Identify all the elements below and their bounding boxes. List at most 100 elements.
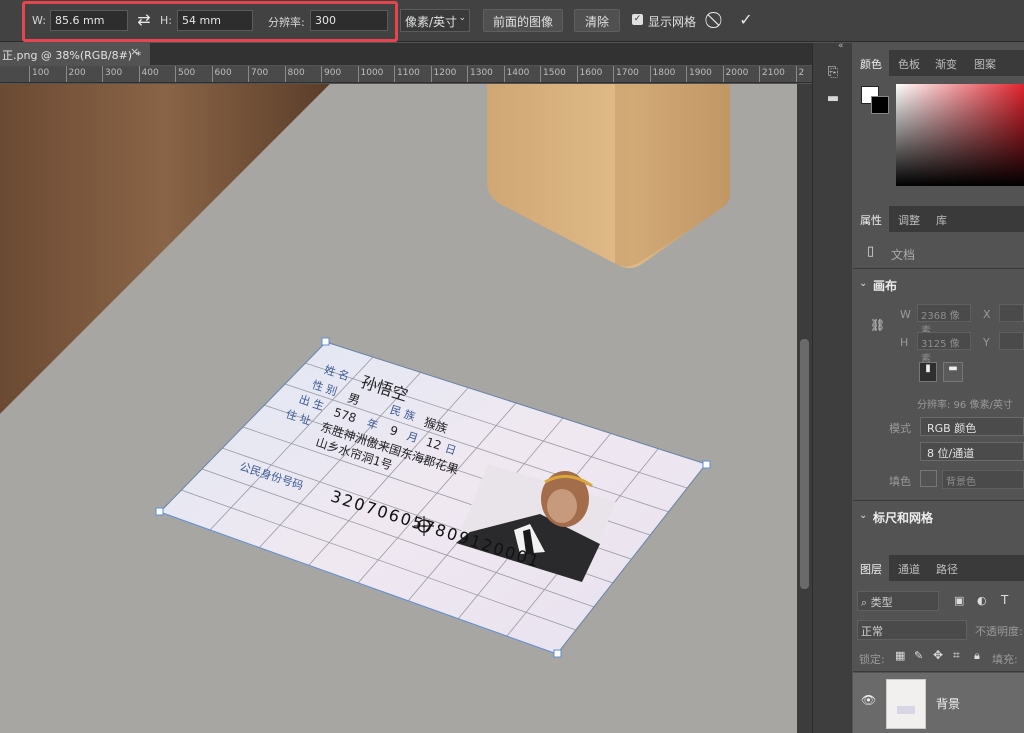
layer-name: 背景: [936, 697, 961, 711]
color-field[interactable]: [896, 84, 1024, 186]
scrollbar-thumb[interactable]: [800, 339, 809, 589]
ruler-tick: 600: [211, 66, 232, 82]
collapse-icon[interactable]: «: [838, 41, 844, 51]
clear-button[interactable]: 清除: [574, 9, 620, 32]
move-icon[interactable]: ✥: [933, 648, 943, 662]
horizontal-ruler: 100 200 300 400 500 600 700 800 900 1000 1100 1200 1…: [0, 66, 812, 83]
ruler-tick: 1200: [430, 66, 456, 82]
canvas-area[interactable]: 姓 名 孙悟空 性 别 男 民 族 猴族 出 生 578 年 9 月 12 日 …: [0, 84, 797, 733]
ruler-tick: 300: [102, 66, 122, 82]
ruler-tick: 2100: [759, 66, 785, 82]
rulers-grid-section-title: 标尺和网格: [873, 511, 934, 525]
swap-icon[interactable]: ⇄: [134, 10, 154, 30]
right-panels: 颜色 色板 渐变 图案 属性 调整 库 ▯ 文档 ⌄ 画布 ⛓ W 2368 像…: [853, 43, 1024, 733]
width-input[interactable]: 85.6 mm: [50, 10, 128, 31]
ruler-tick: 800: [284, 66, 305, 82]
ruler-tick: 1400: [503, 66, 529, 82]
show-grid-checkbox[interactable]: ✓: [632, 14, 643, 25]
fill-opacity-label: 填充:: [992, 653, 1018, 666]
lock-pixels-icon[interactable]: ▦: [895, 649, 905, 662]
options-bar: W: 85.6 mm ⇄ H: 54 mm 分辨率: 300 像素/英寸 ⌄ 前…: [0, 0, 1024, 42]
ruler-tick: 1800: [649, 66, 675, 82]
canvas-w-label: W: [900, 308, 911, 321]
ruler-tick: 400: [138, 66, 159, 82]
layers-panel-tabs: 图层 通道 路径: [853, 555, 1024, 581]
canvas-x-label: X: [983, 308, 991, 321]
chevron-down-icon[interactable]: ⌄: [859, 510, 867, 521]
height-label: H:: [160, 14, 172, 27]
canvas-h-label: H: [900, 336, 909, 349]
ruler-tick: 1000: [357, 66, 383, 82]
bit-depth-select[interactable]: 8 位/通道: [920, 442, 1024, 461]
cancel-icon[interactable]: ⃠: [707, 10, 727, 30]
color-panel: [853, 76, 1024, 203]
image-filter-icon[interactable]: ▣: [954, 594, 964, 607]
color-panel-tabs: 颜色 色板 渐变 图案: [853, 50, 1024, 76]
unit-select[interactable]: 像素/英寸 ⌄: [400, 9, 470, 32]
tab-swatches[interactable]: 色板: [898, 56, 920, 72]
fill-select[interactable]: 背景色: [942, 470, 1024, 489]
lock-label: 锁定:: [859, 653, 885, 666]
layer-filter-select[interactable]: ⌕ 类型: [857, 591, 939, 611]
photoshop-window: W: 85.6 mm ⇄ H: 54 mm 分辨率: 300 像素/英寸 ⌄ 前…: [0, 0, 1024, 733]
blend-mode-select[interactable]: 正常: [857, 620, 967, 640]
artboard-icon[interactable]: ⌗: [953, 648, 960, 663]
ruler-tick: 2: [795, 66, 804, 82]
comment-icon[interactable]: ▬: [825, 91, 841, 107]
lock-icon[interactable]: 🔒︎: [974, 649, 980, 663]
tab-layers[interactable]: 图层: [860, 561, 882, 577]
tab-patterns[interactable]: 图案: [974, 56, 996, 72]
ruler-tick: 700: [248, 66, 268, 82]
history-icon[interactable]: ⎘: [825, 65, 841, 81]
canvas-section-title: 画布: [873, 279, 898, 293]
front-image-button[interactable]: 前面的图像: [483, 9, 563, 32]
tab-libraries[interactable]: 库: [936, 212, 947, 228]
background-color-swatch[interactable]: [871, 96, 889, 114]
canvas-height-field[interactable]: 3125 像素: [917, 332, 971, 365]
eye-icon[interactable]: 👁︎: [861, 693, 876, 707]
canvas-image: 姓 名 孙悟空 性 别 男 民 族 猴族 出 生 578 年 9 月 12 日 …: [0, 84, 797, 733]
canvas-x-field[interactable]: [999, 304, 1024, 322]
opacity-label: 不透明度:: [975, 625, 1023, 638]
tab-color[interactable]: 颜色: [860, 56, 882, 72]
fill-color-swatch[interactable]: [920, 470, 937, 487]
vertical-scrollbar[interactable]: [797, 84, 812, 733]
document-tab-title: 正.png @ 38%(RGB/8#) *: [2, 49, 142, 62]
layer-row-background[interactable]: 👁︎ 背景: [853, 673, 1024, 733]
tab-paths[interactable]: 路径: [936, 561, 958, 577]
resolution-label: 分辨率:: [268, 16, 305, 29]
ruler-tick: 1600: [576, 66, 602, 82]
adjustment-filter-icon[interactable]: ◐: [977, 594, 987, 607]
commit-check-icon[interactable]: ✓: [736, 10, 756, 30]
tab-properties[interactable]: 属性: [860, 212, 882, 228]
properties-panel-tabs: 属性 调整 库: [853, 206, 1024, 232]
close-icon[interactable]: ×: [130, 45, 139, 58]
type-filter-icon[interactable]: T: [1001, 593, 1008, 607]
portrait-orientation-button[interactable]: ▮: [919, 362, 937, 382]
canvas-resolution: 分辨率: 96 像素/英寸: [917, 400, 1013, 411]
ruler-tick: 1300: [467, 66, 493, 82]
tab-channels[interactable]: 通道: [898, 561, 920, 577]
canvas-y-field[interactable]: [999, 332, 1024, 350]
canvas-width-field[interactable]: 2368 像素: [917, 304, 971, 337]
panel-icon-strip: « ⎘ ▬: [812, 41, 852, 733]
link-icon[interactable]: ⛓: [870, 318, 885, 332]
unit-select-value: 像素/英寸: [405, 15, 458, 29]
document-icon: ▯: [867, 244, 875, 259]
tab-gradients[interactable]: 渐变: [935, 56, 957, 72]
mode-select[interactable]: RGB 颜色: [920, 417, 1024, 436]
ruler-tick: 1900: [686, 66, 712, 82]
mode-label: 模式: [889, 422, 911, 435]
fill-label: 填色: [889, 475, 911, 488]
ruler-tick: 500: [175, 66, 195, 82]
tab-adjustments[interactable]: 调整: [898, 212, 920, 228]
brush-icon[interactable]: ✎: [914, 649, 923, 662]
height-input[interactable]: 54 mm: [177, 10, 253, 31]
landscape-orientation-button[interactable]: ▬: [943, 362, 963, 382]
chevron-down-icon[interactable]: ⌄: [859, 278, 867, 289]
chevron-down-icon: ⌄: [458, 13, 466, 23]
document-tab[interactable]: 正.png @ 38%(RGB/8#) * ×: [0, 43, 150, 65]
ruler-tick: 900: [321, 66, 341, 82]
resolution-input[interactable]: 300: [310, 10, 388, 31]
ruler-tick: 2000: [722, 66, 748, 82]
